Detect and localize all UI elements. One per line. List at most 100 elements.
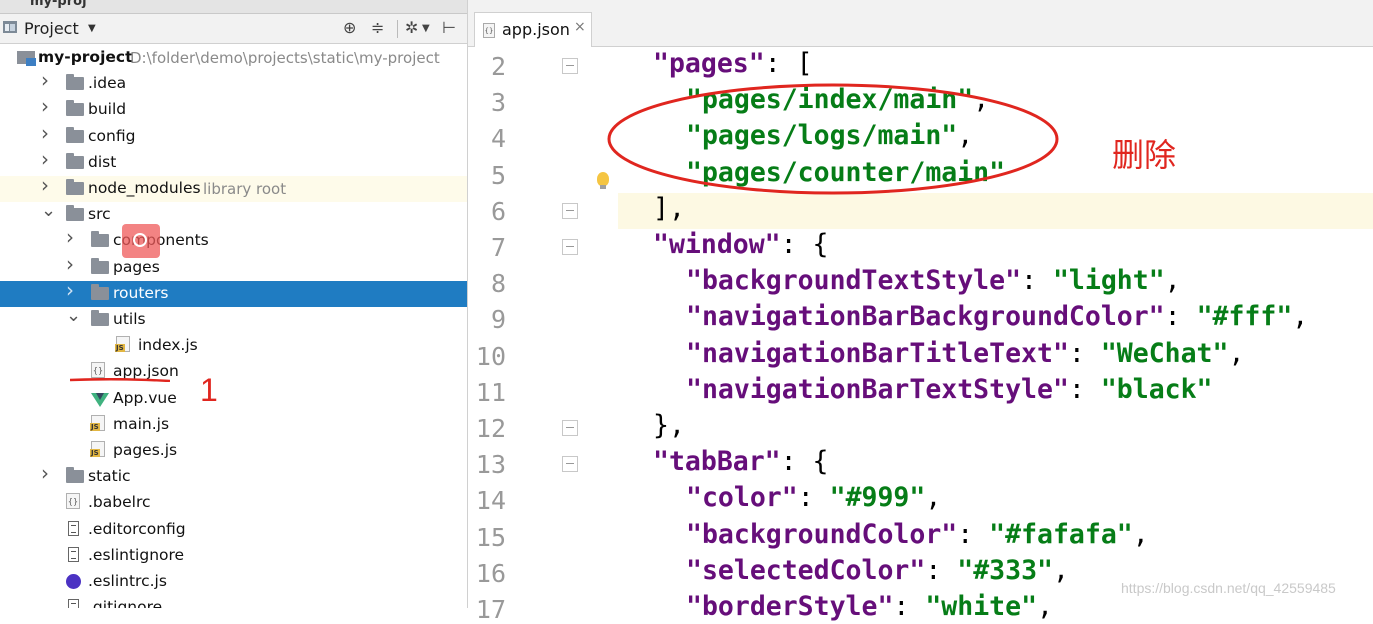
tree-item-idea[interactable]: › .idea: [0, 68, 467, 97]
json-string: "black": [1100, 373, 1213, 405]
tree-item-main-js[interactable]: JS main.js: [0, 412, 467, 438]
json-punctuation: ,: [925, 482, 942, 514]
line-number-gutter: 2 3 4 5 6 7 8 9 10 11 12 13 14 15 16 17: [468, 47, 618, 624]
json-key: "tabBar": [653, 446, 781, 478]
tree-item-dist[interactable]: › dist: [0, 147, 467, 176]
editor-tab-bar: {} app.json ×: [468, 0, 1373, 47]
json-punctuation: ],: [653, 192, 685, 224]
tree-item-label: .editorconfig: [88, 519, 186, 538]
chevron-down-icon[interactable]: ▼: [88, 23, 96, 34]
json-punctuation: :: [1068, 337, 1101, 369]
collapse-icon[interactable]: ≑: [371, 18, 384, 37]
json-punctuation: ,: [1037, 591, 1053, 622]
gear-dropdown-icon[interactable]: ▼: [422, 23, 430, 34]
tree-item-gitignore[interactable]: .gitignore: [0, 595, 467, 608]
chevron-right-icon[interactable]: ›: [41, 94, 49, 118]
tree-item-label: App.vue: [113, 388, 177, 407]
tab-app-json[interactable]: {} app.json ×: [474, 12, 592, 47]
tree-item-components[interactable]: › components: [0, 225, 467, 254]
line-number: 6: [490, 196, 506, 226]
tree-item-pages[interactable]: › pages: [0, 252, 467, 281]
json-key: "navigationBarBackgroundColor": [686, 301, 1165, 333]
chevron-down-icon[interactable]: ⌄: [66, 305, 81, 326]
tree-item-babelrc[interactable]: {} .babelrc: [0, 490, 467, 516]
step-number-annotation: 1: [200, 372, 218, 408]
tree-item-label: static: [88, 467, 131, 486]
close-icon[interactable]: ×: [574, 19, 586, 35]
chevron-right-icon[interactable]: ›: [66, 252, 74, 276]
code-line: "backgroundColor": "#fafafa",: [686, 519, 1149, 550]
js-file-icon: JS: [115, 336, 130, 353]
json-key: "selectedColor": [686, 554, 926, 586]
tree-item-label: .gitignore: [88, 598, 163, 608]
json-punctuation: :: [957, 518, 990, 550]
folder-icon: [66, 74, 84, 91]
tree-item-src[interactable]: ⌄ src: [0, 200, 467, 228]
locate-icon[interactable]: ⊕: [343, 18, 356, 37]
tree-item-utils[interactable]: ⌄ utils: [0, 305, 467, 333]
fold-marker-icon[interactable]: [562, 239, 578, 255]
tree-item-label: pages.js: [113, 441, 178, 459]
line-number: 7: [490, 233, 506, 262]
tree-item-eslintignore[interactable]: .eslintignore: [0, 543, 467, 569]
chevron-right-icon[interactable]: ›: [41, 173, 49, 197]
text-file-icon: [68, 546, 79, 562]
gear-icon[interactable]: ✲: [405, 18, 418, 37]
text-file-icon: [68, 520, 79, 536]
code-line: "selectedColor": "#333",: [686, 555, 1069, 586]
tree-item-app-vue[interactable]: App.vue: [0, 386, 467, 412]
tree-item-eslintrc-js[interactable]: .eslintrc.js: [0, 569, 467, 595]
line-number: 15: [475, 522, 506, 552]
chevron-right-icon[interactable]: ›: [41, 121, 49, 145]
chevron-right-icon[interactable]: ›: [41, 461, 49, 485]
chevron-down-icon[interactable]: ⌄: [41, 200, 56, 221]
line-number: 8: [490, 269, 506, 299]
tree-item-static[interactable]: › static: [0, 461, 467, 490]
line-number: 11: [475, 377, 506, 407]
tree-item-build[interactable]: › build: [0, 94, 467, 123]
tree-item-editorconfig[interactable]: .editorconfig: [0, 517, 467, 543]
fold-marker-icon[interactable]: [562, 58, 578, 74]
chevron-right-icon[interactable]: ›: [66, 278, 74, 302]
code-line: ],: [653, 193, 685, 224]
tree-item-pages-js[interactable]: JS pages.js: [0, 438, 467, 464]
tree-item-config[interactable]: › config: [0, 121, 467, 150]
fold-marker-icon[interactable]: [562, 420, 578, 436]
json-punctuation: :: [1068, 373, 1101, 405]
chevron-right-icon[interactable]: ›: [41, 68, 49, 92]
folder-icon: [91, 283, 109, 300]
tree-item-label: dist: [88, 152, 117, 171]
project-path: D:\folder\demo\projects\static\my-projec…: [130, 49, 440, 67]
code-line: "navigationBarTitleText": "WeChat",: [686, 338, 1244, 369]
tree-item-node-modules[interactable]: › node_modules library root: [0, 173, 467, 202]
chevron-right-icon[interactable]: ›: [66, 225, 74, 249]
code-line: "backgroundTextStyle": "light",: [686, 265, 1181, 296]
code-line: "window": {: [653, 229, 829, 260]
line-number: 14: [475, 486, 506, 516]
tree-item-my-project[interactable]: ⌄my-projectD:\folder\demo\projects\stati…: [0, 43, 467, 71]
folder-icon: [66, 205, 84, 222]
tree-item-index-js[interactable]: JS index.js: [0, 333, 467, 359]
folder-icon: [91, 231, 109, 248]
code-line: "navigationBarBackgroundColor": "#fff",: [686, 301, 1308, 332]
json-punctuation: :: [797, 482, 830, 514]
line-number: 5: [490, 160, 506, 190]
json-string: "#333": [957, 554, 1053, 586]
red-underline-annotation: [70, 378, 170, 382]
json-key: "borderStyle": [686, 591, 894, 622]
fold-marker-icon[interactable]: [562, 456, 578, 473]
json-key: "backgroundColor": [686, 518, 958, 550]
tree-item-routers[interactable]: › routers: [0, 278, 467, 307]
tree-item-label: config: [88, 126, 136, 145]
folder-icon: [91, 257, 109, 274]
vue-file-icon: [91, 392, 109, 407]
project-panel: my-proj Project ▼ ⊕ ≑ ✲ ▼ ⊢ ⌄my-projectD…: [0, 0, 467, 608]
project-panel-title[interactable]: Project: [24, 19, 79, 38]
json-punctuation: :: [1164, 301, 1197, 333]
code-editor: {} app.json × 2 3 4 5 6 7 8 9 10 11 12 13 14 15 16 17 "…: [467, 0, 1373, 624]
fold-marker-icon[interactable]: [562, 202, 578, 219]
hide-icon[interactable]: ⊢: [442, 18, 456, 37]
chevron-right-icon[interactable]: ›: [41, 147, 49, 171]
json-punctuation: :: [925, 554, 958, 586]
window-title-fragment: my-proj: [30, 0, 87, 9]
